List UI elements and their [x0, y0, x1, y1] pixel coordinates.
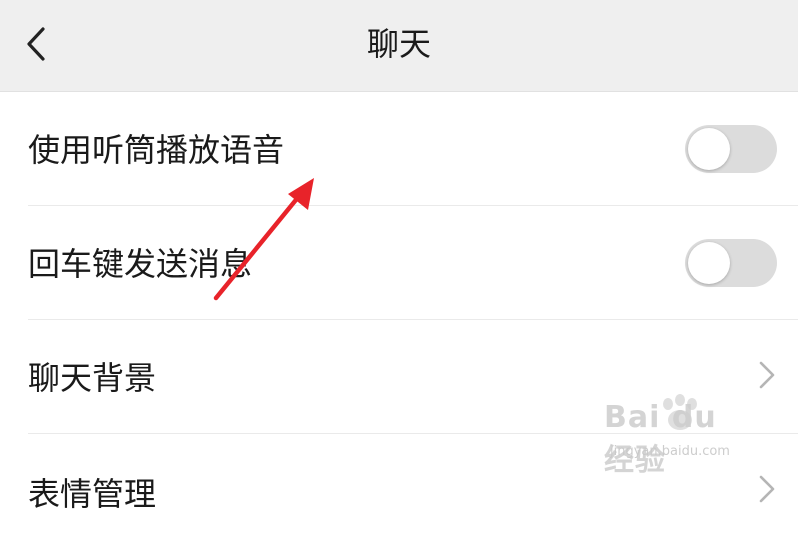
title-bar: 聊天	[0, 0, 798, 92]
setting-label: 表情管理	[28, 475, 157, 513]
enter-to-send-toggle[interactable]	[685, 239, 777, 287]
earpiece-playback-toggle[interactable]	[685, 125, 777, 173]
chevron-right-icon	[759, 475, 775, 503]
setting-row-enter-to-send[interactable]: 回车键发送消息	[0, 206, 798, 320]
chevron-right-icon	[759, 361, 775, 389]
setting-row-earpiece-playback[interactable]: 使用听筒播放语音	[0, 92, 798, 206]
setting-label: 聊天背景	[28, 359, 157, 397]
toggle-knob	[688, 242, 730, 284]
setting-row-sticker-management[interactable]: 表情管理	[0, 434, 798, 548]
setting-label: 回车键发送消息	[28, 245, 253, 283]
toggle-knob	[688, 128, 730, 170]
page-title: 聊天	[366, 25, 431, 63]
setting-label: 使用听筒播放语音	[28, 131, 285, 169]
setting-row-chat-background[interactable]: 聊天背景	[0, 320, 798, 434]
